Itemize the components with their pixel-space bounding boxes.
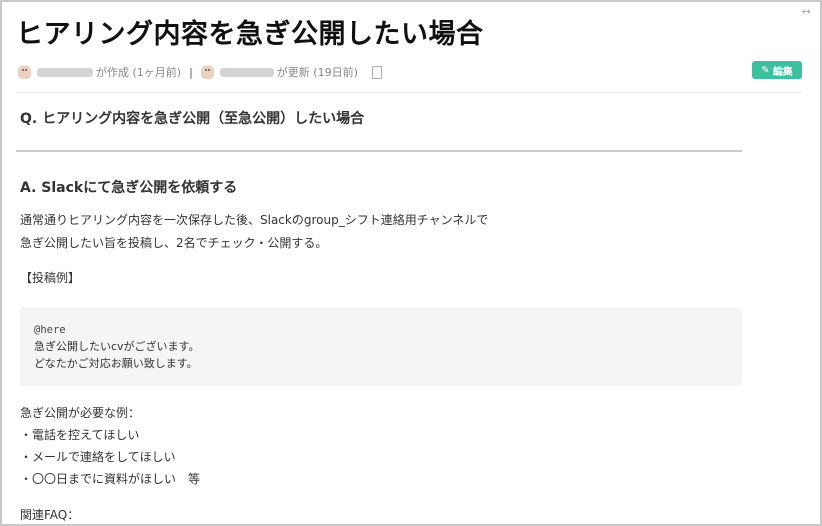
question-heading: Q. ヒアリング内容を急ぎ公開（至急公開）したい場合 (20, 111, 365, 127)
pencil-icon: ✎ (761, 64, 770, 76)
updater-name-redacted (219, 67, 274, 77)
document-panel: ↔ ヒアリング内容を急ぎ公開したい場合 が作成 (1ヶ月前) | が更新 (19… (0, 0, 822, 526)
code-line-3: どなたかご対応お願い致します。 (34, 357, 198, 370)
code-line-2: 急ぎ公開したいcvがございます。 (34, 340, 200, 353)
intro-line-2: 急ぎ公開したい旨を投稿し、2名でチェック・公開する。 (20, 236, 328, 250)
code-line-1: @here (34, 324, 66, 336)
intro-line-1: 通常通りヒアリング内容を一次保存した後、Slackのgroup_シフト連絡用チャ… (20, 213, 489, 227)
edit-button-label: 編集 (772, 66, 793, 78)
creator-avatar-icon (18, 65, 31, 79)
expand-icon[interactable]: ↔ (802, 5, 811, 18)
edit-button[interactable]: ✎ 編集 (752, 61, 802, 79)
faq-label: 関連FAQ： (20, 508, 80, 522)
example-label: 【投稿例】 (20, 271, 81, 285)
page-title: ヒアリング内容を急ぎ公開したい場合 (16, 19, 484, 50)
updated-text: が更新 (19日前) (276, 66, 358, 79)
needed-item-3: ・〇〇日までに資料がほしい 等 (20, 472, 201, 486)
code-block: @here 急ぎ公開したいcvがございます。 どなたかご対応お願い致します。 (20, 307, 742, 386)
created-text: が作成 (1ヶ月前) (96, 66, 182, 79)
clipboard-icon[interactable] (371, 65, 382, 79)
needed-heading: 急ぎ公開が必要な例： (20, 406, 141, 420)
question-divider (16, 150, 742, 152)
answer-heading: A. Slackにて急ぎ公開を依頼する (20, 180, 238, 196)
meta-info: が作成 (1ヶ月前) | が更新 (19日前) (18, 64, 382, 80)
needed-item-2: ・メールで連絡をしてほしい (20, 450, 176, 464)
header-divider (16, 92, 802, 93)
updater-avatar-icon (200, 65, 214, 79)
needed-item-1: ・電話を控えてほしい (20, 428, 140, 442)
meta-separator: | (189, 65, 193, 79)
creator-name-redacted (37, 67, 93, 77)
